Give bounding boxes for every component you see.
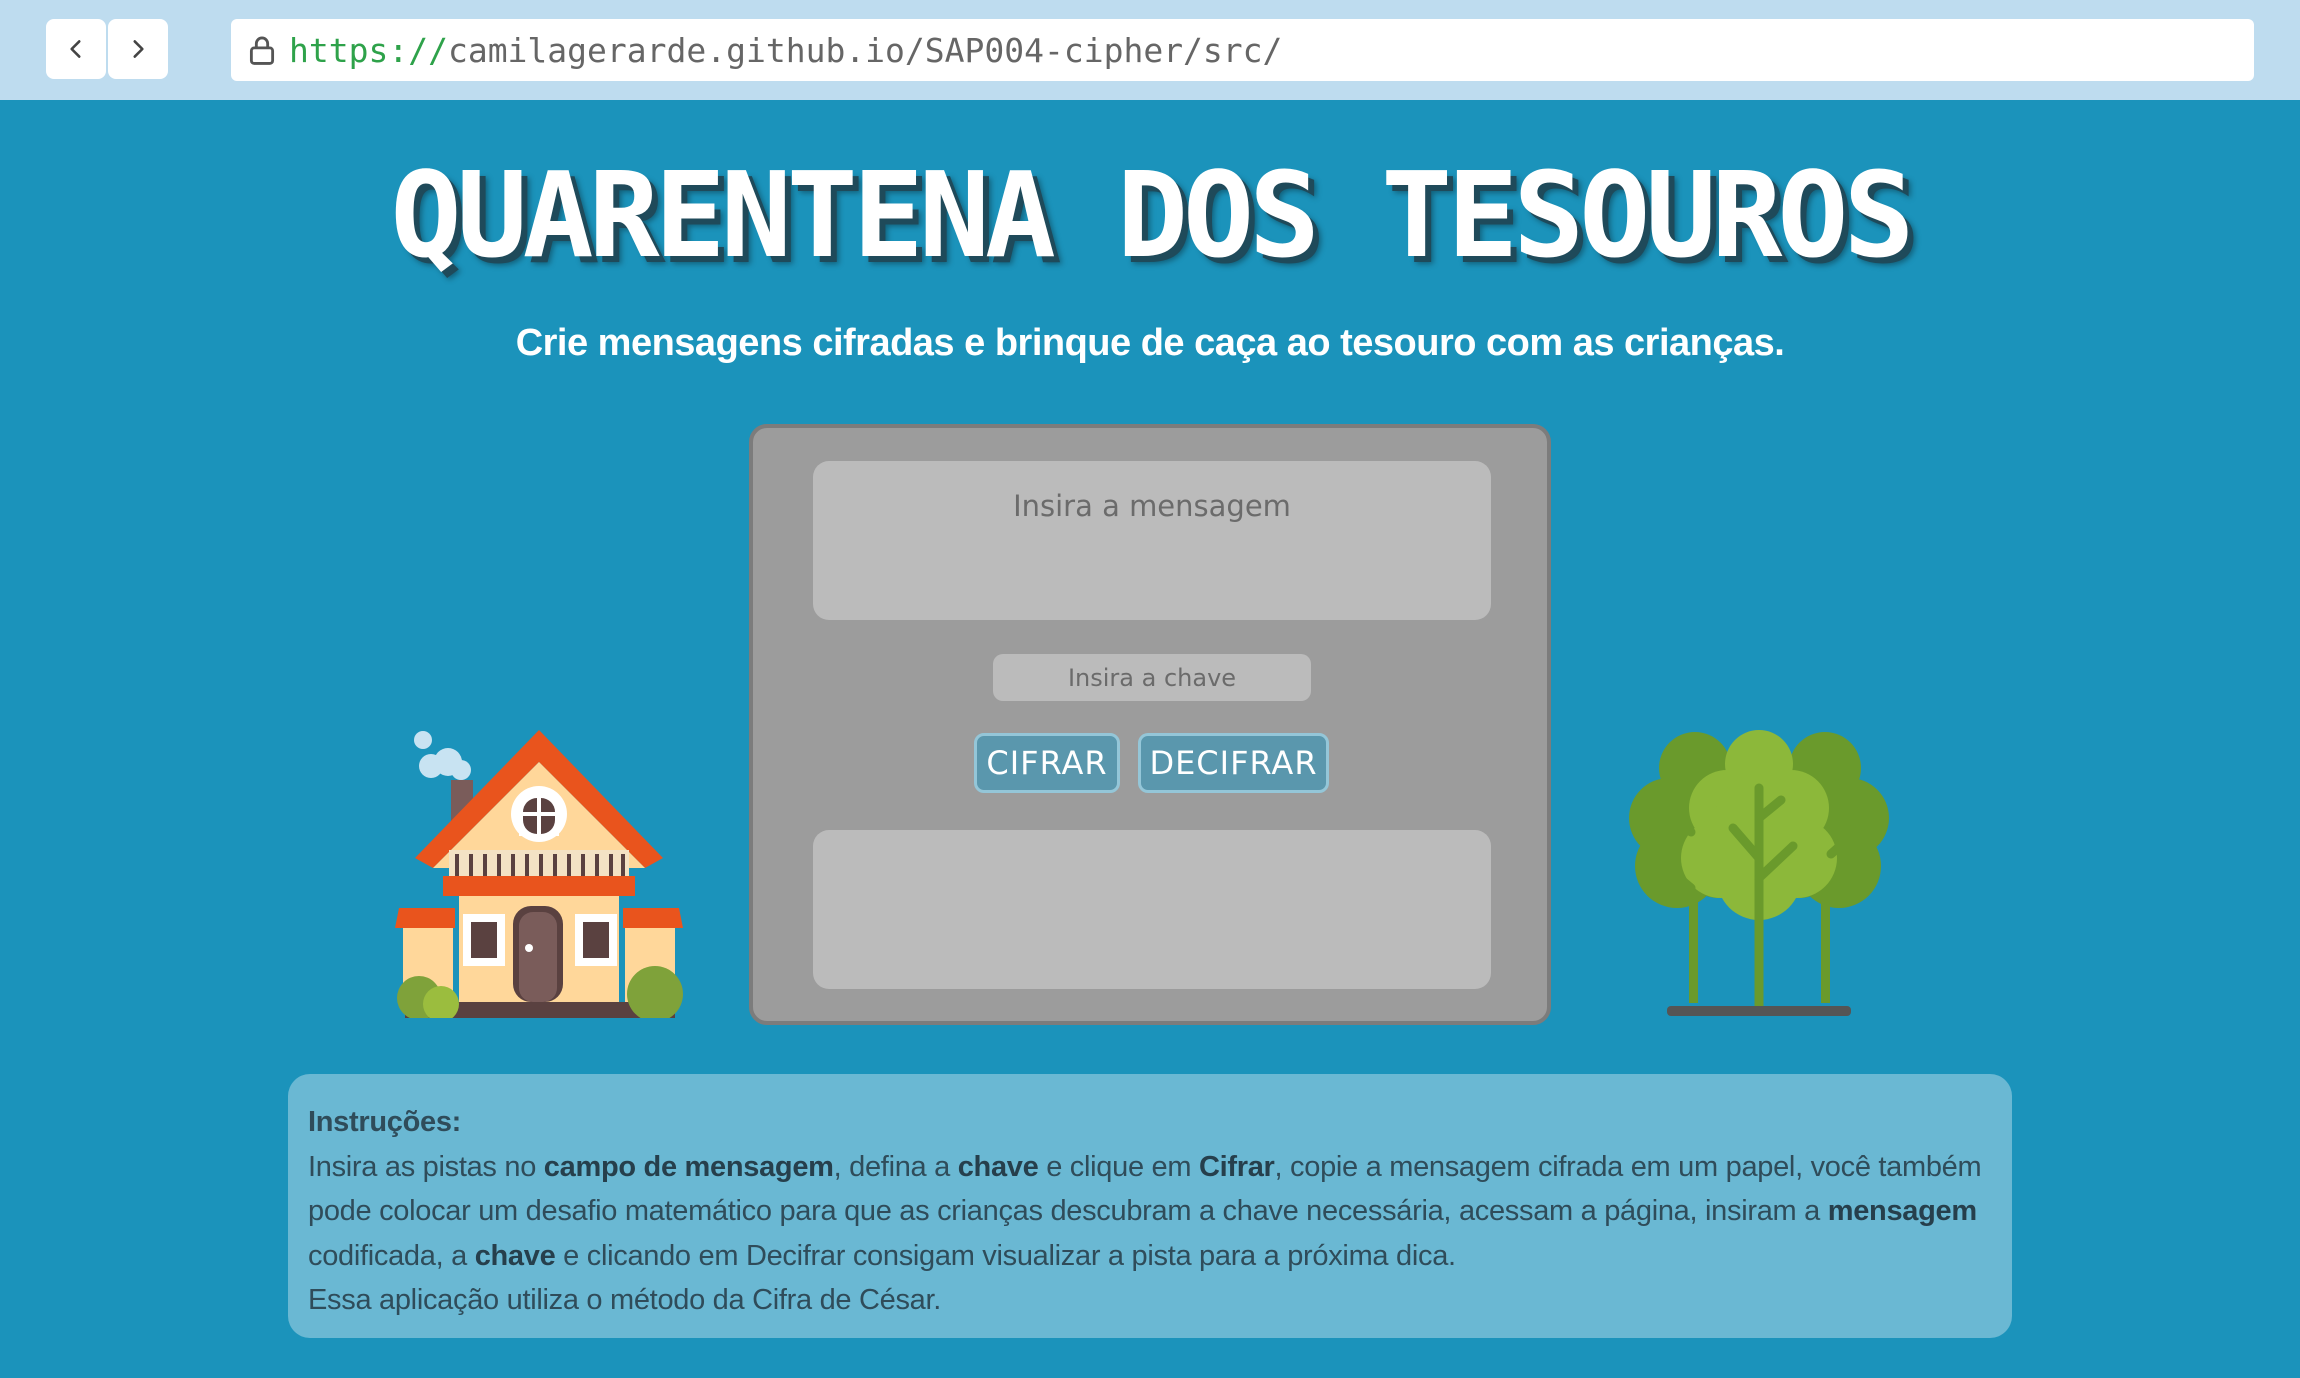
- instructions-emphasis: chave: [474, 1239, 556, 1272]
- message-input[interactable]: Insira a mensagem: [813, 461, 1491, 620]
- instructions-text: codificada, a: [308, 1239, 475, 1272]
- address-bar[interactable]: https://camilagerarde.github.io/SAP004-c…: [231, 19, 2254, 81]
- house-illustration: [395, 730, 683, 1018]
- instructions-text: e clique em: [1038, 1150, 1199, 1183]
- chevron-right-icon: [133, 40, 144, 58]
- cipher-button[interactable]: CIFRAR: [974, 733, 1120, 793]
- cipher-panel: Insira a mensagem Insira a chave CIFRAR …: [749, 424, 1551, 1025]
- instructions-heading: Instruções:: [308, 1106, 462, 1138]
- instructions-emphasis: Cifrar: [1198, 1150, 1275, 1183]
- instructions-text: , defina a: [833, 1150, 958, 1183]
- url-scheme: https://: [289, 30, 448, 70]
- page-subtitle: Crie mensagens cifradas e brinque de caç…: [515, 322, 1785, 364]
- back-button[interactable]: [46, 19, 106, 79]
- instructions-footer: Essa aplicação utiliza o método da Cifra…: [308, 1284, 942, 1316]
- forward-button[interactable]: [108, 19, 168, 79]
- lock-icon: [245, 33, 279, 67]
- chevron-left-icon: [70, 40, 81, 58]
- instructions-text: e clicando em Decifrar consigam visualiz…: [555, 1239, 1456, 1272]
- instructions-emphasis: campo de mensagem: [543, 1150, 834, 1183]
- decipher-button[interactable]: DECIFRAR: [1138, 733, 1329, 793]
- instructions-text: Insira as pistas no: [308, 1150, 544, 1183]
- result-output[interactable]: [813, 830, 1491, 989]
- instructions-paragraph: Insira as pistas no campo de mensagem, d…: [308, 1145, 1992, 1279]
- instructions-emphasis: chave: [957, 1150, 1039, 1183]
- trees-illustration: [1629, 730, 1889, 1016]
- browser-toolbar: https://camilagerarde.github.io/SAP004-c…: [0, 0, 2300, 100]
- instructions-emphasis: mensagem: [1827, 1195, 1977, 1227]
- url-text: camilagerarde.github.io/SAP004-cipher/sr…: [447, 30, 1283, 70]
- page-title: QUARENTENA DOS TESOUROS: [390, 146, 1915, 284]
- key-input[interactable]: Insira a chave: [993, 654, 1311, 701]
- instructions-box: Instruções: Insira as pistas no campo de…: [288, 1074, 2012, 1338]
